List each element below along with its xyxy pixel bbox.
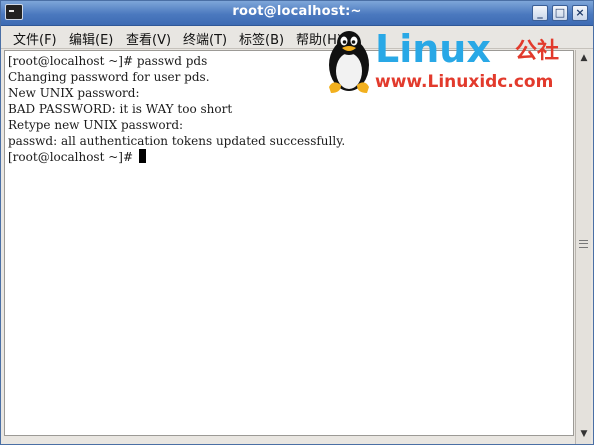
scrollbar-grip-icon[interactable] — [579, 240, 588, 248]
maximize-button[interactable]: □ — [552, 5, 568, 21]
scroll-down-arrow-icon[interactable]: ▼ — [578, 428, 590, 440]
terminal-line: [root@localhost ~]# passwd pds — [8, 54, 208, 68]
watermark-logo: Linux 公社 www.Linuxidc.com — [319, 25, 589, 99]
close-button[interactable]: × — [572, 5, 588, 21]
terminal-cursor — [138, 149, 146, 163]
watermark-brand: Linux — [375, 27, 491, 71]
menu-terminal[interactable]: 终端(T) — [183, 29, 227, 48]
menu-tabs[interactable]: 标签(B) — [239, 29, 284, 48]
terminal-line: BAD PASSWORD: it is WAY too short — [8, 102, 233, 116]
title-bar[interactable]: root@localhost:~ _ □ × — [1, 1, 593, 26]
menu-edit[interactable]: 编辑(E) — [69, 29, 113, 48]
terminal-output[interactable]: [root@localhost ~]# passwd pds Changing … — [4, 50, 574, 436]
watermark-brand-suffix: 公社 — [515, 39, 560, 64]
tux-penguin-icon — [329, 31, 369, 93]
minimize-button[interactable]: _ — [532, 5, 548, 21]
terminal-line: Retype new UNIX password: — [8, 118, 184, 132]
terminal-prompt: [root@localhost ~]# — [8, 150, 137, 164]
menu-file[interactable]: 文件(F) — [13, 29, 57, 48]
vertical-scrollbar[interactable]: ▲ ▼ — [575, 50, 591, 444]
menu-view[interactable]: 查看(V) — [126, 29, 171, 48]
window-title: root@localhost:~ — [232, 4, 362, 19]
terminal-line: passwd: all authentication tokens update… — [8, 134, 346, 148]
terminal-window: root@localhost:~ _ □ × 文件(F) 编辑(E) 查看(V)… — [0, 0, 594, 445]
terminal-prompt-line: [root@localhost ~]# — [8, 149, 146, 165]
terminal-line: New UNIX password: — [8, 86, 140, 100]
watermark-url: www.Linuxidc.com — [375, 72, 554, 92]
terminal-line: Changing password for user pds. — [8, 70, 210, 84]
